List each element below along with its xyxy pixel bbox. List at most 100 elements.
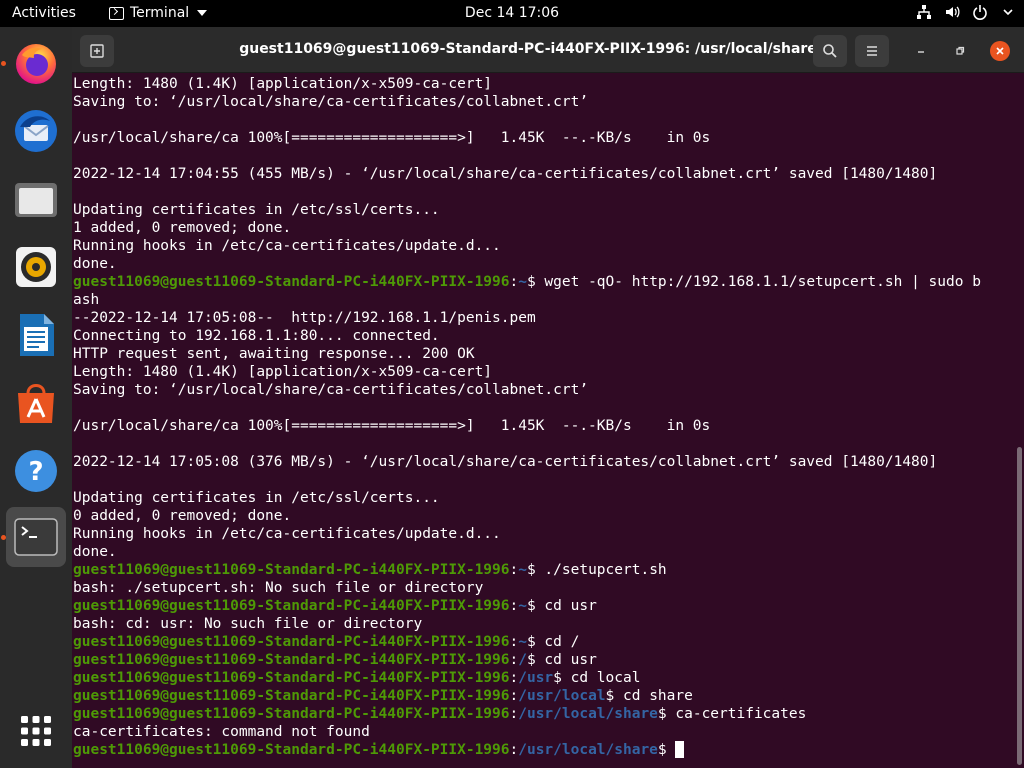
command-text: ca-certificates: [666, 706, 807, 722]
command-text: cd local: [561, 670, 641, 686]
prompt-line: guest11069@guest11069-Standard-PC-i440FX…: [73, 633, 1013, 651]
dock-terminal[interactable]: [6, 507, 66, 567]
output-line: Saving to: ‘/usr/local/share/ca-certific…: [73, 381, 1013, 399]
chevron-down-icon: [1003, 9, 1013, 16]
output-line: bash: cd: usr: No such file or directory: [73, 615, 1013, 633]
search-button[interactable]: [813, 35, 847, 67]
power-icon: [973, 5, 987, 20]
title-bar[interactable]: guest11069@guest11069-Standard-PC-i440FX…: [72, 27, 1024, 73]
menu-button[interactable]: [855, 35, 889, 67]
prompt-symbol: $: [526, 274, 536, 290]
output-text: ash: [73, 292, 100, 308]
minimize-button[interactable]: [911, 41, 931, 61]
search-icon: [823, 44, 837, 58]
terminal-output[interactable]: Length: 1480 (1.4K) [application/x-x509-…: [73, 75, 1013, 765]
running-indicator: [1, 535, 6, 540]
prompt-symbol: $: [657, 742, 667, 758]
dock-firefox[interactable]: [6, 33, 66, 93]
command-text: ./setupcert.sh: [535, 562, 667, 578]
activities-button[interactable]: Activities: [12, 5, 76, 21]
dock: ?: [0, 27, 72, 768]
maximize-button[interactable]: [950, 41, 970, 61]
prompt-path: /: [518, 652, 527, 668]
dock-thunderbird[interactable]: [6, 101, 66, 161]
scrollbar[interactable]: [1017, 447, 1022, 765]
thunderbird-icon: [15, 110, 57, 152]
prompt-user-host: guest11069@guest11069-Standard-PC-i440FX…: [73, 274, 510, 290]
output-line: Saving to: ‘/usr/local/share/ca-certific…: [73, 93, 1013, 111]
output-line: Updating certificates in /etc/ssl/certs.…: [73, 201, 1013, 219]
command-text: cd usr: [535, 652, 597, 668]
output-text: Length: 1480 (1.4K) [application/x-x509-…: [73, 364, 493, 380]
prompt-user-host: guest11069@guest11069-Standard-PC-i440FX…: [73, 598, 510, 614]
output-line: 0 added, 0 removed; done.: [73, 507, 1013, 525]
new-tab-button[interactable]: [80, 35, 114, 67]
output-text: Length: 1480 (1.4K) [application/x-x509-…: [73, 76, 493, 92]
output-line: done.: [73, 543, 1013, 561]
firefox-icon: [16, 44, 56, 84]
output-line: Length: 1480 (1.4K) [application/x-x509-…: [73, 75, 1013, 93]
prompt-user-host: guest11069@guest11069-Standard-PC-i440FX…: [73, 742, 510, 758]
output-text: Saving to: ‘/usr/local/share/ca-certific…: [73, 94, 589, 110]
caret-down-icon: [197, 10, 208, 16]
window-title: guest11069@guest11069-Standard-PC-i440FX…: [239, 41, 817, 57]
system-tray[interactable]: [916, 4, 1016, 20]
prompt-path: ~: [518, 562, 527, 578]
dock-software[interactable]: [6, 373, 66, 433]
close-button[interactable]: [990, 41, 1010, 61]
text-cursor: [675, 741, 685, 758]
dock-writer[interactable]: [6, 305, 66, 365]
dock-files[interactable]: [6, 169, 66, 229]
prompt-symbol: $: [526, 598, 536, 614]
prompt-symbol: $: [526, 634, 536, 650]
prompt-line: guest11069@guest11069-Standard-PC-i440FX…: [73, 669, 1013, 687]
show-applications-button[interactable]: [6, 701, 66, 761]
prompt-separator: :: [509, 706, 519, 722]
output-text: Saving to: ‘/usr/local/share/ca-certific…: [73, 382, 589, 398]
output-text: done.: [73, 256, 117, 272]
clock[interactable]: Dec 14 17:06: [465, 5, 559, 21]
prompt-path: /usr/local/share: [518, 706, 658, 722]
prompt-user-host: guest11069@guest11069-Standard-PC-i440FX…: [73, 652, 510, 668]
terminal-window: guest11069@guest11069-Standard-PC-i440FX…: [72, 27, 1024, 768]
prompt-user-host: guest11069@guest11069-Standard-PC-i440FX…: [73, 634, 510, 650]
prompt-user-host: guest11069@guest11069-Standard-PC-i440FX…: [73, 562, 510, 578]
prompt-symbol: $: [657, 706, 667, 722]
command-text: wget -qO- http://192.168.1.1/setupcert.s…: [535, 274, 981, 290]
prompt-separator: :: [509, 688, 519, 704]
prompt-line: guest11069@guest11069-Standard-PC-i440FX…: [73, 741, 1013, 759]
output-line: ca-certificates: command not found: [73, 723, 1013, 741]
prompt-separator: :: [509, 652, 519, 668]
output-text: 2022-12-14 17:04:55 (455 MB/s) - ‘/usr/l…: [73, 166, 938, 182]
output-line: 2022-12-14 17:05:08 (376 MB/s) - ‘/usr/l…: [73, 453, 1013, 471]
output-text: 1 added, 0 removed; done.: [73, 220, 292, 236]
app-menu-label: Terminal: [130, 5, 190, 21]
output-text: bash: ./setupcert.sh: No such file or di…: [73, 580, 484, 596]
new-tab-icon: [90, 44, 104, 58]
prompt-line: guest11069@guest11069-Standard-PC-i440FX…: [73, 273, 1013, 291]
prompt-symbol: $: [526, 652, 536, 668]
prompt-separator: :: [509, 634, 519, 650]
prompt-symbol: $: [605, 688, 615, 704]
dock-help[interactable]: ?: [6, 441, 66, 501]
output-text: 2022-12-14 17:05:08 (376 MB/s) - ‘/usr/l…: [73, 454, 938, 470]
output-text: --2022-12-14 17:05:08-- http://192.168.1…: [73, 310, 536, 326]
output-text: ca-certificates: command not found: [73, 724, 370, 740]
output-text: Updating certificates in /etc/ssl/certs.…: [73, 202, 440, 218]
terminal-icon: [14, 518, 58, 556]
minimize-icon: [918, 51, 924, 53]
output-line: /usr/local/share/ca 100%[===============…: [73, 417, 1013, 435]
prompt-line: guest11069@guest11069-Standard-PC-i440FX…: [73, 561, 1013, 579]
dock-rhythmbox[interactable]: [6, 237, 66, 297]
prompt-path: /usr/local/share: [518, 742, 658, 758]
output-line: Connecting to 192.168.1.1:80... connecte…: [73, 327, 1013, 345]
prompt-line: guest11069@guest11069-Standard-PC-i440FX…: [73, 651, 1013, 669]
output-line: HTTP request sent, awaiting response... …: [73, 345, 1013, 363]
prompt-path: ~: [518, 634, 527, 650]
folder-icon: [15, 183, 57, 217]
prompt-separator: :: [509, 274, 519, 290]
app-menu[interactable]: Terminal: [109, 5, 208, 21]
